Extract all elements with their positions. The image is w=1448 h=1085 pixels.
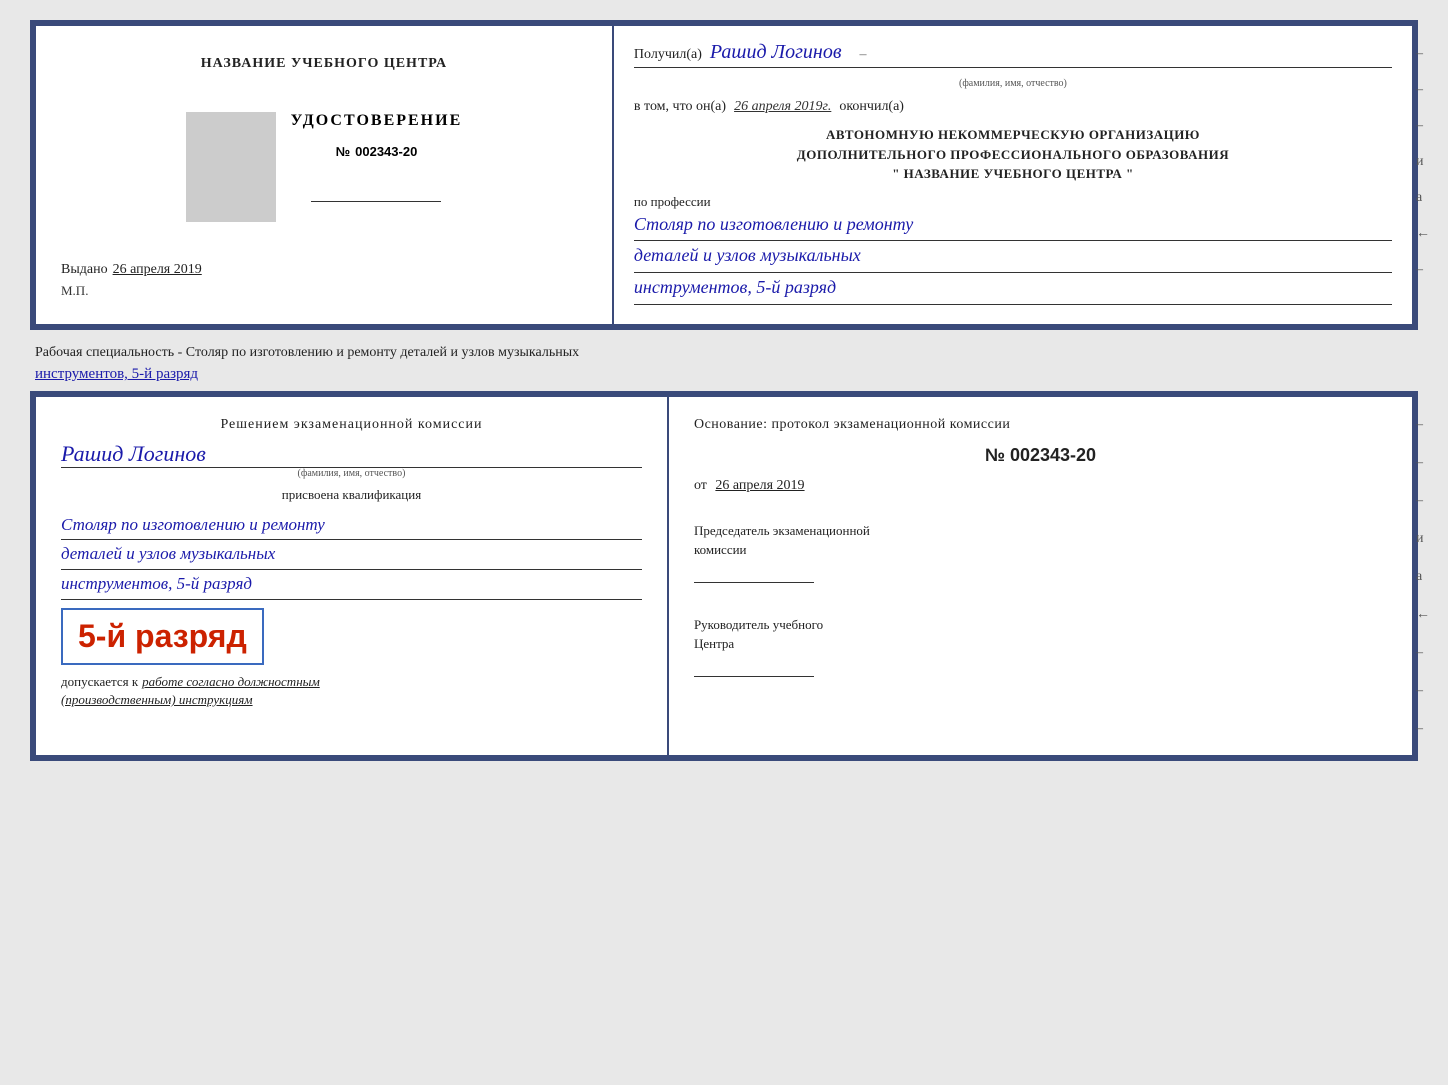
- org-desc-line3: " НАЗВАНИЕ УЧЕБНОГО ЦЕНТРА ": [634, 164, 1392, 184]
- chairman-label1: Председатель экзаменационной: [694, 521, 1387, 541]
- protocol-number: № 002343-20: [694, 445, 1387, 466]
- vtom-date: 26 апреля 2019г.: [734, 99, 831, 115]
- top-cert-middle: УДОСТОВЕРЕНИЕ № 002343-20: [186, 72, 463, 262]
- top-cert-right-panel: Получил(а) Рашид Логинов – (фамилия, имя…: [614, 26, 1412, 324]
- number-prefix: №: [336, 144, 351, 159]
- bottom-fio-label: (фамилия, имя, отчество): [61, 468, 642, 479]
- director-signature-line: [694, 659, 814, 677]
- recipient-section: Получил(а) Рашид Логинов –: [634, 41, 1392, 68]
- bottom-person-name: Рашид Логинов: [61, 441, 642, 468]
- bottom-certificate: Решением экзаменационной комиссии Рашид …: [30, 391, 1418, 761]
- cert-number: № 002343-20: [336, 140, 418, 161]
- qualification-line1: Столяр по изготовлению и ремонту: [61, 511, 642, 541]
- director-label2: Центра: [694, 634, 1387, 654]
- bottom-right-edge: – – – и а ← – – –: [1416, 417, 1430, 737]
- profession-line2: деталей и узлов музыкальных: [634, 241, 1392, 273]
- bottom-qualification-section: Столяр по изготовлению и ремонту деталей…: [61, 511, 642, 601]
- qualification-line2: деталей и узлов музыкальных: [61, 540, 642, 570]
- dopuskaetsya-section: допускается к работе согласно должностны…: [61, 673, 642, 709]
- profession-line3: инструментов, 5-й разряд: [634, 273, 1392, 305]
- mp-label: М.П.: [61, 283, 587, 299]
- dopuskaetsya-text: работе согласно должностным: [142, 674, 320, 689]
- ot-line: от 26 апреля 2019: [694, 478, 1387, 494]
- page-wrapper: НАЗВАНИЕ УЧЕБНОГО ЦЕНТРА УДОСТОВЕРЕНИЕ №…: [10, 10, 1438, 771]
- bottom-cert-left-panel: Решением экзаменационной комиссии Рашид …: [36, 397, 669, 755]
- protocol-prefix: №: [985, 445, 1005, 465]
- org-description: АВТОНОМНУЮ НЕКОММЕРЧЕСКУЮ ОРГАНИЗАЦИЮ ДО…: [634, 125, 1392, 184]
- cert-number-value: 002343-20: [355, 144, 417, 159]
- chairman-signature-line: [694, 565, 814, 583]
- ot-label: от: [694, 478, 707, 493]
- dopuskaetsya-label: допускается к: [61, 674, 138, 689]
- org-desc-line1: АВТОНОМНУЮ НЕКОММЕРЧЕСКУЮ ОРГАНИЗАЦИЮ: [634, 125, 1392, 145]
- top-org-name: НАЗВАНИЕ УЧЕБНОГО ЦЕНТРА: [201, 56, 447, 72]
- prisvoena-label: присвоена квалификация: [61, 487, 642, 503]
- profession-line1: Столяр по изготовлению и ремонту: [634, 210, 1392, 242]
- okonchil-label: окончил(а): [839, 99, 904, 115]
- middle-text-section: Рабочая специальность - Столяр по изгото…: [10, 330, 1438, 391]
- udostoverenie-label: УДОСТОВЕРЕНИЕ: [291, 112, 463, 130]
- vtom-line: в том, что он(а) 26 апреля 2019г. окончи…: [634, 99, 1392, 115]
- razryad-box: 5-й разряд: [61, 608, 264, 665]
- osnovanie-text: Основание: протокол экзаменационной коми…: [694, 417, 1387, 433]
- top-certificate: НАЗВАНИЕ УЧЕБНОГО ЦЕНТРА УДОСТОВЕРЕНИЕ №…: [30, 20, 1418, 330]
- resolution-text: Решением экзаменационной комиссии: [61, 417, 642, 433]
- photo-placeholder: [186, 112, 276, 222]
- bottom-person-section: Рашид Логинов (фамилия, имя, отчество): [61, 441, 642, 479]
- chairman-section: Председатель экзаменационной комиссии: [694, 521, 1387, 583]
- qualification-line3: инструментов, 5-й разряд: [61, 570, 642, 600]
- top-cert-left-panel: НАЗВАНИЕ УЧЕБНОГО ЦЕНТРА УДОСТОВЕРЕНИЕ №…: [36, 26, 614, 324]
- bottom-cert-right-panel: Основание: протокол экзаменационной коми…: [669, 397, 1412, 755]
- profession-label: по профессии: [634, 194, 1392, 210]
- middle-text-main: Рабочая специальность - Столяр по изгото…: [35, 345, 579, 360]
- chairman-label2: комиссии: [694, 540, 1387, 560]
- issued-date: 26 апреля 2019: [113, 262, 202, 278]
- director-section: Руководитель учебного Центра: [694, 615, 1387, 677]
- director-label1: Руководитель учебного: [694, 615, 1387, 635]
- poluchil-label: Получил(а): [634, 47, 702, 63]
- ot-date: 26 апреля 2019: [715, 478, 804, 493]
- middle-text-underline: инструментов, 5-й разряд: [35, 366, 198, 382]
- issued-label: Выдано: [61, 262, 108, 278]
- recipient-name: Рашид Логинов: [710, 41, 842, 64]
- protocol-number-value: 002343-20: [1010, 445, 1096, 465]
- cert-issued-section: Выдано 26 апреля 2019 М.П.: [61, 262, 587, 304]
- dopuskaetsya-text2: (производственным) инструкциям: [61, 692, 253, 707]
- razryad-text: 5-й разряд: [78, 618, 247, 655]
- profession-section: по профессии Столяр по изготовлению и ре…: [634, 194, 1392, 305]
- vtom-label: в том, что он(а): [634, 99, 726, 115]
- top-fio-label: (фамилия, имя, отчество): [634, 78, 1392, 89]
- top-right-edge: – – – и а ← –: [1416, 46, 1430, 278]
- org-desc-line2: ДОПОЛНИТЕЛЬНОГО ПРОФЕССИОНАЛЬНОГО ОБРАЗО…: [634, 145, 1392, 165]
